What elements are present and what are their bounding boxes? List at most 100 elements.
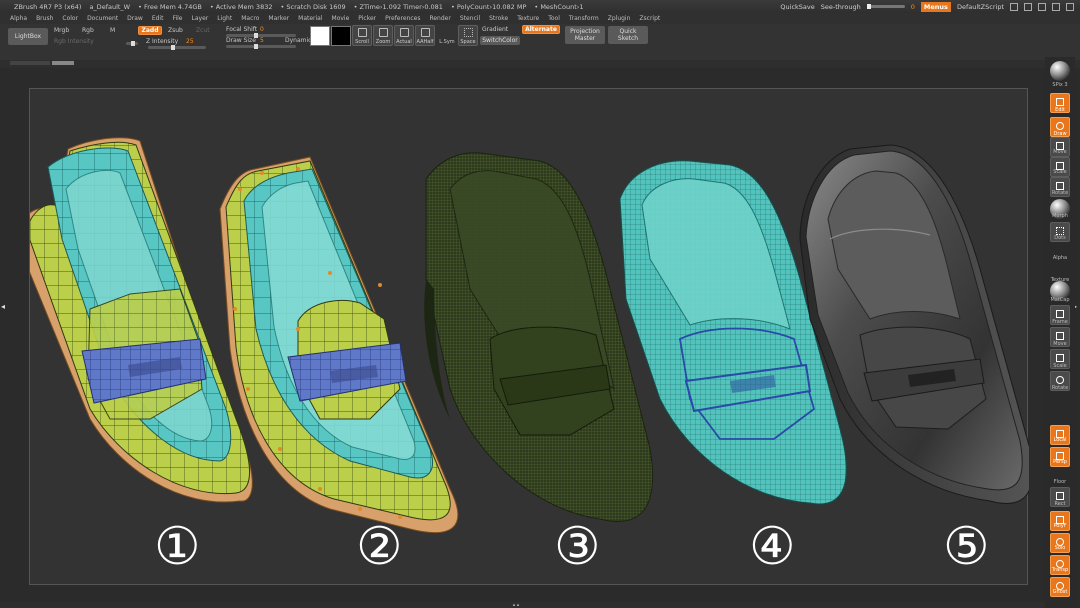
ghost-label: Ghost bbox=[1052, 589, 1068, 595]
focal-shift-label: Focal Shift bbox=[226, 26, 258, 33]
menu-item-render[interactable]: Render bbox=[429, 15, 450, 22]
solo-label: Solo bbox=[1054, 545, 1066, 551]
tray-tab-left[interactable] bbox=[10, 61, 50, 65]
space-tool[interactable]: Space bbox=[458, 25, 478, 46]
top-shelf: LightBox Mrgb Rgb M Zadd Zsub Zcut Rgb I… bbox=[0, 24, 1080, 60]
gradient-button[interactable]: Gradient bbox=[482, 26, 508, 33]
zoom-tool[interactable]: Zoom bbox=[373, 25, 393, 46]
rotate-view-icon bbox=[1056, 376, 1064, 384]
z-intensity-slider[interactable] bbox=[148, 45, 206, 50]
bottom-tray-handle-icon[interactable]: ▴ ▴ bbox=[496, 603, 536, 608]
menu-item-movie[interactable]: Movie bbox=[332, 15, 350, 22]
matcap-label: MatCap bbox=[1050, 297, 1070, 303]
script-name[interactable]: DefaultZScript bbox=[957, 3, 1004, 11]
m-button[interactable]: M bbox=[110, 27, 115, 34]
quick-sketch-button[interactable]: Quick Sketch bbox=[608, 26, 648, 44]
draw-size-slider[interactable] bbox=[226, 44, 296, 49]
mrgb-button[interactable]: Mrgb bbox=[54, 27, 69, 34]
menu-item-preferences[interactable]: Preferences bbox=[385, 15, 420, 22]
menu-item-zscript[interactable]: Zscript bbox=[639, 15, 660, 22]
lsym-tool[interactable]: L.Sym bbox=[437, 25, 457, 46]
menu-item-marker[interactable]: Marker bbox=[268, 15, 289, 22]
menu-item-transform[interactable]: Transform bbox=[569, 15, 599, 22]
rotate-label: Rotate bbox=[1051, 190, 1069, 196]
rgb-button[interactable]: Rgb bbox=[82, 27, 94, 34]
shoe-stage-3 bbox=[424, 152, 654, 522]
menu-item-color[interactable]: Color bbox=[62, 15, 78, 22]
main-color-swatch[interactable] bbox=[310, 26, 330, 46]
zadd-button[interactable]: Zadd bbox=[138, 26, 162, 35]
actual-tool[interactable]: Actual bbox=[394, 25, 414, 46]
menu-item-file[interactable]: File bbox=[172, 15, 182, 22]
title-bar: ZBrush 4R7 P3 (x64) a_Default_W • Free M… bbox=[0, 0, 1080, 13]
menu-item-brush[interactable]: Brush bbox=[36, 15, 53, 22]
menu-item-document[interactable]: Document bbox=[87, 15, 118, 22]
canvas-area[interactable]: ① ② ③ ④ ⑤ bbox=[9, 68, 1044, 602]
alternate-button[interactable]: Alternate bbox=[522, 25, 560, 34]
menu-item-draw[interactable]: Draw bbox=[127, 15, 143, 22]
menu-item-macro[interactable]: Macro bbox=[241, 15, 259, 22]
stage-number-1: ① bbox=[154, 517, 201, 577]
alpha-label: Alpha bbox=[1052, 255, 1068, 261]
app-title: ZBrush 4R7 P3 (x64) bbox=[14, 2, 82, 11]
document-canvas[interactable]: ① ② ③ ④ ⑤ bbox=[29, 88, 1029, 585]
local-label: Local bbox=[1053, 437, 1067, 443]
spix-sphere-icon[interactable] bbox=[1050, 61, 1070, 81]
shoe-stage-1 bbox=[30, 137, 253, 503]
quicksave-button[interactable]: QuickSave bbox=[780, 3, 814, 11]
menu-bar: Alpha Brush Color Document Draw Edit File Layer… bbox=[0, 13, 1080, 24]
maximize-icon[interactable] bbox=[1052, 2, 1060, 11]
move-label: Move bbox=[1053, 149, 1067, 155]
minimize-icon[interactable] bbox=[1038, 2, 1046, 11]
menus-button[interactable]: Menus bbox=[920, 1, 951, 12]
edit-label: Edit bbox=[1055, 107, 1065, 113]
frame-icon bbox=[1056, 310, 1064, 318]
rgb-intensity-slider[interactable] bbox=[126, 41, 138, 46]
view-move-label: Move bbox=[1053, 341, 1067, 347]
menu-item-picker[interactable]: Picker bbox=[358, 15, 376, 22]
menu-item-alpha[interactable]: Alpha bbox=[10, 15, 27, 22]
see-through-slider[interactable] bbox=[866, 4, 905, 9]
rotate-icon bbox=[1056, 182, 1064, 190]
menu-item-material[interactable]: Material bbox=[298, 15, 322, 22]
project-name: a_Default_W bbox=[89, 2, 131, 11]
menu-item-texture[interactable]: Texture bbox=[517, 15, 539, 22]
spix-label: SPix 3 bbox=[1052, 82, 1068, 88]
layout-icon[interactable] bbox=[1024, 2, 1032, 11]
left-tray-arrow-icon[interactable]: ◂ bbox=[1, 300, 7, 314]
lightbox-button[interactable]: LightBox bbox=[8, 28, 48, 45]
close-icon[interactable] bbox=[1066, 2, 1074, 11]
focal-shift-value: 0 bbox=[260, 26, 264, 33]
menu-item-light[interactable]: Light bbox=[217, 15, 232, 22]
zoom-icon bbox=[379, 28, 388, 37]
aahalf-icon bbox=[421, 28, 430, 37]
switchcolor-button[interactable]: SwitchColor bbox=[480, 36, 520, 45]
menu-item-stroke[interactable]: Stroke bbox=[489, 15, 508, 22]
zsub-button[interactable]: Zsub bbox=[168, 27, 183, 34]
dynamic-button[interactable]: Dynamic bbox=[285, 37, 311, 44]
scroll-tool[interactable]: Scroll bbox=[352, 25, 372, 46]
bottom-bar: ▴ ▴ bbox=[0, 602, 1045, 608]
actual-icon bbox=[400, 28, 409, 37]
right-shelf: SPix 3 Edit Draw Move Scale Rotate Morph… bbox=[1045, 57, 1075, 608]
view-scale-label: Scale bbox=[1053, 363, 1067, 369]
sub-bar bbox=[0, 60, 1080, 68]
scroll-icon bbox=[358, 28, 367, 37]
menu-item-tool[interactable]: Tool bbox=[548, 15, 560, 22]
help-icon[interactable] bbox=[1010, 2, 1018, 11]
magnifier-icon bbox=[1056, 354, 1064, 362]
tray-tab[interactable] bbox=[52, 61, 74, 65]
draw-icon bbox=[1056, 122, 1064, 130]
projection-master-button[interactable]: Projection Master bbox=[565, 26, 605, 44]
title-controls: QuickSave See-through 0 Menus DefaultZSc… bbox=[780, 0, 1074, 13]
scratch-disk: • Scratch Disk 1609 bbox=[280, 2, 346, 11]
secondary-color-swatch[interactable] bbox=[331, 26, 351, 46]
menu-item-edit[interactable]: Edit bbox=[152, 15, 164, 22]
menu-item-stencil[interactable]: Stencil bbox=[460, 15, 480, 22]
menu-item-layer[interactable]: Layer bbox=[192, 15, 209, 22]
aahalf-tool[interactable]: AAHalf bbox=[415, 25, 435, 46]
zcut-button[interactable]: Zcut bbox=[196, 27, 210, 34]
rgb-intensity-label: Rgb Intensity bbox=[54, 38, 94, 45]
menu-item-zplugin[interactable]: Zplugin bbox=[608, 15, 631, 22]
view-rotate-label: Rotate bbox=[1051, 385, 1069, 391]
